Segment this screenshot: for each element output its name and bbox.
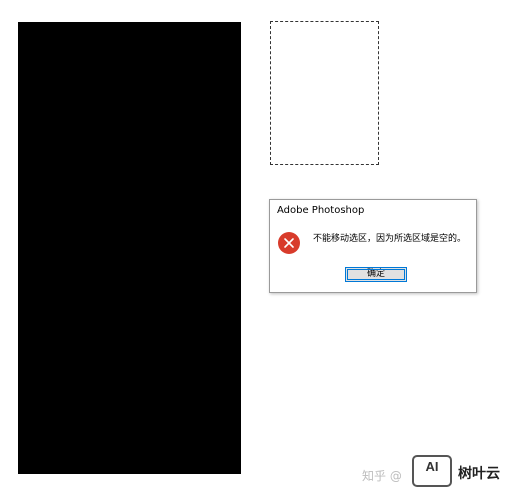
logo-name: 树叶云 — [458, 466, 500, 482]
ok-button[interactable]: 确定 — [345, 267, 407, 282]
error-dialog: Adobe Photoshop 不能移动选区，因为所选区域是空的。 确定 — [269, 199, 477, 293]
watermark-text: 知乎 @ — [362, 469, 402, 483]
dialog-title: Adobe Photoshop — [277, 205, 365, 216]
black-canvas-layer — [18, 22, 241, 474]
logo-mark: AI — [412, 455, 452, 487]
dialog-message: 不能移动选区，因为所选区域是空的。 — [313, 234, 467, 244]
error-icon — [278, 232, 300, 254]
selection-marquee — [270, 21, 379, 165]
